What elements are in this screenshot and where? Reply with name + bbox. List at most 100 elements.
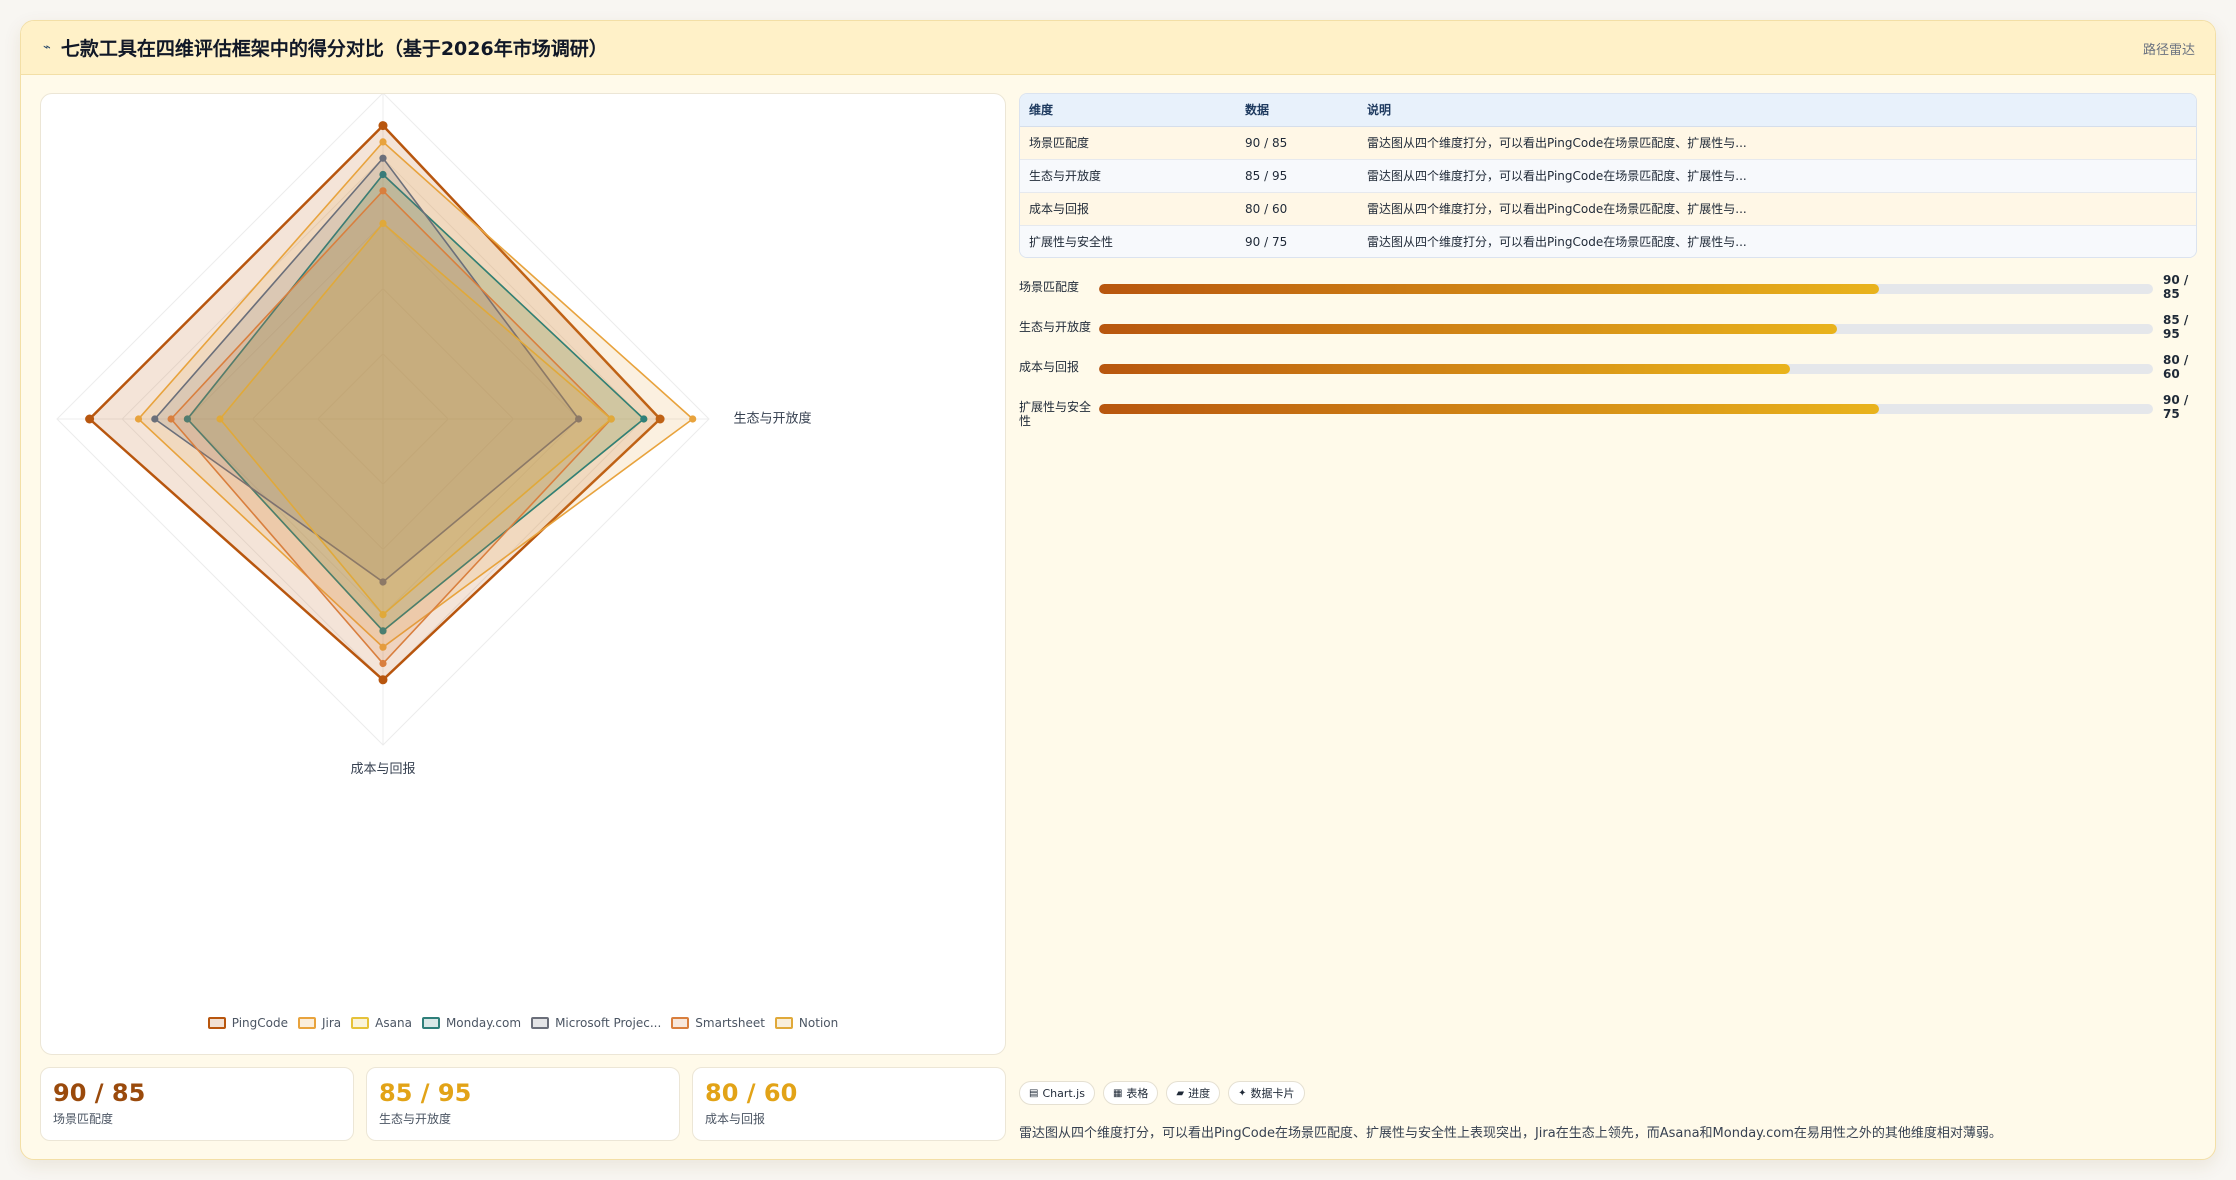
table-cell-dimension: 生态与开放度	[1020, 159, 1236, 193]
progress-label: 成本与回报	[1019, 360, 1080, 374]
progress-fill	[1099, 404, 1879, 414]
radar-data-point	[379, 659, 387, 668]
progress-row: 成本与回报 80 /60	[1019, 353, 2197, 393]
table-header-dimension: 维度	[1020, 94, 1236, 127]
progress-track	[1099, 324, 2153, 334]
legend-item[interactable]: Notion	[774, 1016, 839, 1030]
legend-item[interactable]: PingCode	[207, 1016, 288, 1030]
legend-swatch	[531, 1017, 550, 1029]
kpi-value: 80 / 60	[705, 1079, 798, 1107]
table-cell-note: 雷达图从四个维度打分，可以看出PingCode在场景匹配度、扩展性与...	[1358, 192, 2196, 226]
radar-data-point	[378, 121, 388, 131]
table-cell-value: 80 / 60	[1236, 192, 1358, 226]
radar-data-point	[379, 138, 387, 146]
legend-item[interactable]: Microsoft Projec...	[531, 1016, 661, 1030]
table-header-note: 说明	[1358, 94, 2196, 127]
table-cell-dimension: 场景匹配度	[1020, 126, 1236, 160]
table-cell-note: 雷达图从四个维度打分，可以看出PingCode在场景匹配度、扩展性与...	[1358, 126, 2196, 160]
radar-data-point	[216, 415, 224, 423]
table-header-data: 数据	[1236, 94, 1358, 127]
progress-label: 生态与开放度	[1019, 320, 1092, 334]
radar-chart: 场景匹配度生态与开放度成本与回报扩展性与安全性	[56, 94, 811, 777]
table-row: 成本与回报 80 / 60 雷达图从四个维度打分，可以看出PingCode在场景…	[1020, 192, 2196, 226]
radar-data-point	[379, 219, 387, 227]
progress-label: 扩展性与安全性	[1019, 400, 1092, 428]
radar-data-point	[151, 415, 159, 423]
radar-data-point	[379, 187, 387, 195]
progress-icon: ▰	[1176, 1087, 1185, 1099]
table-row: 扩展性与安全性 90 / 75 雷达图从四个维度打分，可以看出PingCode在…	[1020, 225, 2196, 257]
progress-value: 90 /75	[2163, 393, 2189, 421]
legend-swatch	[351, 1017, 370, 1029]
legend-swatch	[298, 1017, 316, 1029]
progress-row: 生态与开放度 85 /95	[1019, 313, 2197, 353]
data-table: 维度 数据 说明 场景匹配度 90 / 85 雷达图从四个维度打分，可以看出Pi…	[1019, 93, 2197, 258]
radar-link[interactable]: 路径雷达	[2143, 39, 2195, 58]
progress-fill	[1099, 284, 1879, 294]
progress-value: 90 /85	[2163, 273, 2189, 301]
chip-table[interactable]: ▦ 表格	[1102, 1081, 1159, 1105]
legend-item[interactable]: Monday.com	[421, 1016, 522, 1030]
table-cell-dimension: 成本与回报	[1020, 192, 1236, 226]
legend-swatch	[207, 1017, 226, 1029]
radar-data-point	[379, 154, 387, 162]
kpi-card-ecosystem: 85 / 95 生态与开放度	[366, 1067, 680, 1141]
progress-value: 80 /60	[2163, 353, 2189, 381]
table-cell-value: 85 / 95	[1236, 159, 1358, 193]
radar-data-point	[134, 415, 143, 423]
feature-chips: ▤ Chart.js ▦ 表格 ▰ 进度 ✦ 数据卡片	[1019, 1081, 1305, 1105]
radar-axis-label: 生态与开放度	[733, 411, 811, 427]
table-cell-note: 雷达图从四个维度打分，可以看出PingCode在场景匹配度、扩展性与...	[1358, 225, 2196, 257]
progress-row: 扩展性与安全性 90 /75	[1019, 393, 2197, 433]
legend-label: PingCode	[231, 1016, 288, 1030]
chip-data-card[interactable]: ✦ 数据卡片	[1228, 1081, 1305, 1105]
progress-fill	[1099, 324, 1837, 334]
radar-data-point	[640, 415, 648, 423]
kpi-value: 85 / 95	[379, 1079, 472, 1107]
kpi-value: 90 / 85	[53, 1079, 146, 1107]
table-cell-value: 90 / 85	[1236, 126, 1358, 160]
progress-fill	[1099, 364, 1791, 374]
progress-track	[1099, 364, 2153, 374]
radar-data-point	[85, 414, 95, 424]
legend-item[interactable]: Smartsheet	[671, 1016, 765, 1030]
table-cell-note: 雷达图从四个维度打分，可以看出PingCode在场景匹配度、扩展性与...	[1358, 159, 2196, 193]
chip-chartjs[interactable]: ▤ Chart.js	[1019, 1081, 1095, 1105]
progress-row: 场景匹配度 90 /85	[1019, 273, 2197, 313]
radar-data-point	[379, 611, 387, 619]
legend-label: Jira	[322, 1016, 342, 1030]
card-icon: ✦	[1238, 1087, 1247, 1099]
table-row: 场景匹配度 90 / 85 雷达图从四个维度打分，可以看出PingCode在场景…	[1020, 126, 2196, 160]
summary-text: 雷达图从四个维度打分，可以看出PingCode在场景匹配度、扩展性与安全性上表现…	[1019, 1126, 2002, 1141]
radar-data-point	[378, 675, 388, 685]
radar-axis-label: 成本与回报	[350, 762, 415, 777]
table-icon: ▦	[1112, 1087, 1123, 1099]
legend-swatch	[421, 1017, 440, 1029]
chart-icon: ▤	[1029, 1087, 1039, 1099]
kpi-label: 成本与回报	[705, 1112, 766, 1126]
progress-value: 85 /95	[2163, 313, 2189, 341]
kpi-card-scene: 90 / 85 场景匹配度	[40, 1067, 354, 1141]
legend-swatch	[774, 1017, 793, 1029]
chart-legend: PingCode Jira Asana Monday.com Microsoft Pro…	[41, 1016, 1005, 1030]
radar-data-point	[607, 415, 615, 423]
page-title: 七款工具在四维评估框架中的得分对比（基于2026年市场调研）	[60, 38, 608, 60]
legend-item[interactable]: Asana	[351, 1016, 412, 1030]
progress-list: 场景匹配度 90 /85 生态与开放度 85 /95 成本与回报 80 /60 …	[1019, 273, 2197, 433]
radar-chart-card: 场景匹配度生态与开放度成本与回报扩展性与安全性 PingCodeJiraAsan…	[40, 93, 1006, 1055]
kpi-label: 场景匹配度	[53, 1112, 114, 1126]
legend-item[interactable]: Jira	[298, 1016, 341, 1030]
table-cell-dimension: 扩展性与安全性	[1020, 225, 1236, 257]
legend-label: Notion	[798, 1016, 839, 1030]
table-cell-value: 90 / 75	[1236, 225, 1358, 257]
header: ⌁ 七款工具在四维评估框架中的得分对比（基于2026年市场调研） 路径雷达	[21, 21, 2215, 75]
progress-label: 场景匹配度	[1019, 280, 1080, 294]
table-header-row: 维度 数据 说明	[1020, 94, 2196, 127]
chip-progress[interactable]: ▰ 进度	[1166, 1081, 1221, 1105]
legend-label: Smartsheet	[695, 1016, 765, 1030]
progress-track	[1099, 404, 2153, 414]
legend-label: Microsoft Projec...	[555, 1016, 662, 1030]
table-row: 生态与开放度 85 / 95 雷达图从四个维度打分，可以看出PingCode在场…	[1020, 159, 2196, 193]
legend-label: Monday.com	[445, 1016, 522, 1030]
kpi-label: 生态与开放度	[379, 1112, 452, 1126]
